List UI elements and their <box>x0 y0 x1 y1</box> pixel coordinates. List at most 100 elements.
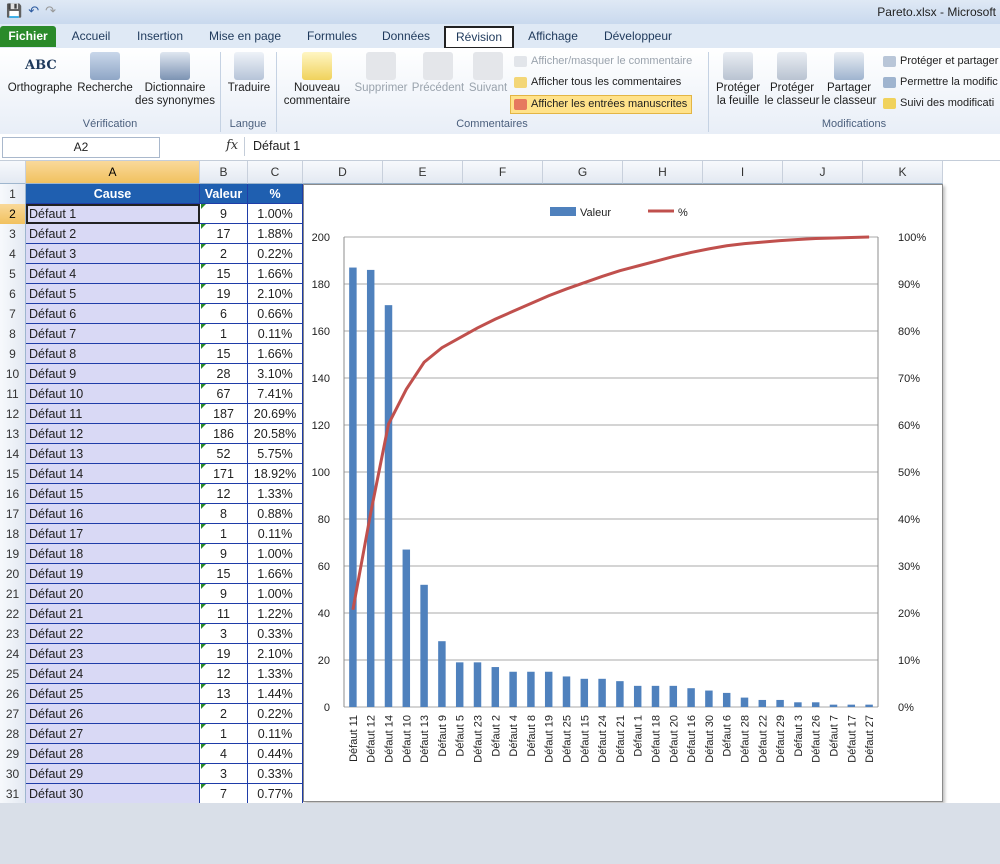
pct-cell[interactable]: 1.88% <box>248 224 303 244</box>
column-header[interactable]: G <box>543 161 623 184</box>
formula-input[interactable]: Défaut 1 <box>244 137 1000 156</box>
row-header[interactable]: 20 <box>0 564 26 585</box>
valeur-cell[interactable]: 2 <box>200 704 248 724</box>
afficher-tous-button[interactable]: Afficher tous les commentaires <box>511 74 681 91</box>
row-header[interactable]: 19 <box>0 544 26 565</box>
pct-cell[interactable]: 1.66% <box>248 344 303 364</box>
valeur-cell[interactable]: 6 <box>200 304 248 324</box>
precedent-button[interactable]: Précédent <box>410 52 466 95</box>
cause-cell[interactable]: Défaut 14 <box>26 464 200 484</box>
cause-cell[interactable]: Défaut 26 <box>26 704 200 724</box>
row-header[interactable]: 17 <box>0 504 26 525</box>
cause-cell[interactable]: Défaut 16 <box>26 504 200 524</box>
column-header[interactable]: H <box>623 161 703 184</box>
column-header[interactable]: E <box>383 161 463 184</box>
cause-cell[interactable]: Défaut 6 <box>26 304 200 324</box>
pct-cell[interactable]: 1.22% <box>248 604 303 624</box>
valeur-cell[interactable]: 19 <box>200 284 248 304</box>
row-header[interactable]: 15 <box>0 464 26 485</box>
cause-cell[interactable]: Défaut 2 <box>26 224 200 244</box>
tab-insertion[interactable]: Insertion <box>128 26 192 46</box>
pct-cell[interactable]: 1.00% <box>248 544 303 564</box>
pct-cell[interactable]: 3.10% <box>248 364 303 384</box>
supprimer-button[interactable]: Supprimer <box>352 52 410 95</box>
valeur-cell[interactable]: 9 <box>200 544 248 564</box>
pct-cell[interactable]: 5.75% <box>248 444 303 464</box>
valeur-cell[interactable]: 3 <box>200 624 248 644</box>
pct-cell[interactable]: 1.66% <box>248 564 303 584</box>
row-header[interactable]: 14 <box>0 444 26 465</box>
pct-cell[interactable]: 1.33% <box>248 664 303 684</box>
row-header[interactable]: 2 <box>0 204 26 225</box>
afficher-masquer-button[interactable]: Afficher/masquer le commentaire <box>511 53 692 70</box>
row-header[interactable]: 1 <box>0 184 26 205</box>
cause-cell[interactable]: Défaut 11 <box>26 404 200 424</box>
row-header[interactable]: 5 <box>0 264 26 285</box>
valeur-cell[interactable]: 12 <box>200 664 248 684</box>
proteger-feuille-button[interactable]: Protéger la feuille <box>712 52 764 108</box>
cause-cell[interactable]: Défaut 23 <box>26 644 200 664</box>
pct-cell[interactable]: 0.11% <box>248 724 303 744</box>
row-header[interactable]: 13 <box>0 424 26 445</box>
valeur-cell[interactable]: 52 <box>200 444 248 464</box>
pct-cell[interactable]: 0.22% <box>248 704 303 724</box>
cause-cell[interactable]: Défaut 7 <box>26 324 200 344</box>
tab-revision[interactable]: Révision <box>444 26 514 49</box>
cause-cell[interactable]: Défaut 9 <box>26 364 200 384</box>
cause-cell[interactable]: Défaut 28 <box>26 744 200 764</box>
row-header[interactable]: 18 <box>0 524 26 545</box>
cause-cell[interactable]: Défaut 25 <box>26 684 200 704</box>
cause-cell[interactable]: Défaut 12 <box>26 424 200 444</box>
valeur-cell[interactable]: 1 <box>200 524 248 544</box>
suivi-button[interactable]: Suivi des modificati <box>880 95 994 112</box>
undo-icon[interactable]: ↶ <box>28 3 39 19</box>
valeur-cell[interactable]: 1 <box>200 324 248 344</box>
row-header[interactable]: 30 <box>0 764 26 785</box>
row-header[interactable]: 12 <box>0 404 26 425</box>
afficher-entrees-button[interactable]: Afficher les entrées manuscrites <box>510 95 693 114</box>
tab-affichage[interactable]: Affichage <box>518 26 588 46</box>
valeur-cell[interactable]: 3 <box>200 764 248 784</box>
pct-cell[interactable]: 1.44% <box>248 684 303 704</box>
valeur-cell[interactable]: 9 <box>200 204 248 224</box>
redo-icon[interactable]: ↷ <box>45 3 56 19</box>
cause-cell[interactable]: Défaut 19 <box>26 564 200 584</box>
tab-formules[interactable]: Formules <box>298 26 366 46</box>
header-cell-cause[interactable]: Cause <box>26 184 200 204</box>
suivant-button[interactable]: Suivant <box>466 52 510 95</box>
row-header[interactable]: 23 <box>0 624 26 645</box>
valeur-cell[interactable]: 17 <box>200 224 248 244</box>
valeur-cell[interactable]: 11 <box>200 604 248 624</box>
row-header[interactable]: 9 <box>0 344 26 365</box>
pct-cell[interactable]: 1.33% <box>248 484 303 504</box>
cause-cell[interactable]: Défaut 21 <box>26 604 200 624</box>
row-header[interactable]: 26 <box>0 684 26 705</box>
cause-cell[interactable]: Défaut 15 <box>26 484 200 504</box>
row-header[interactable]: 8 <box>0 324 26 345</box>
pct-cell[interactable]: 18.92% <box>248 464 303 484</box>
valeur-cell[interactable]: 28 <box>200 364 248 384</box>
cause-cell[interactable]: Défaut 8 <box>26 344 200 364</box>
header-cell-pct[interactable]: % <box>248 184 303 204</box>
valeur-cell[interactable]: 12 <box>200 484 248 504</box>
pct-cell[interactable]: 0.22% <box>248 244 303 264</box>
pct-cell[interactable]: 0.11% <box>248 524 303 544</box>
pareto-chart[interactable]: 0 20 40 60 80 100 120 140 160 180 200 0% 10% 20% 30% 40… <box>303 184 943 802</box>
cause-cell[interactable]: Défaut 1 <box>26 204 200 224</box>
valeur-cell[interactable]: 1 <box>200 724 248 744</box>
tab-developpeur[interactable]: Développeur <box>596 26 680 46</box>
row-header[interactable]: 21 <box>0 584 26 605</box>
permettre-button[interactable]: Permettre la modific <box>880 74 998 91</box>
column-header[interactable]: A <box>26 161 200 184</box>
row-header[interactable]: 4 <box>0 244 26 265</box>
pct-cell[interactable]: 1.66% <box>248 264 303 284</box>
valeur-cell[interactable]: 13 <box>200 684 248 704</box>
tab-accueil[interactable]: Accueil <box>62 26 120 46</box>
valeur-cell[interactable]: 7 <box>200 784 248 804</box>
cause-cell[interactable]: Défaut 29 <box>26 764 200 784</box>
column-header[interactable]: I <box>703 161 783 184</box>
cause-cell[interactable]: Défaut 24 <box>26 664 200 684</box>
tab-mise-en-page[interactable]: Mise en page <box>200 26 290 46</box>
row-header[interactable]: 6 <box>0 284 26 305</box>
column-header[interactable]: D <box>303 161 383 184</box>
